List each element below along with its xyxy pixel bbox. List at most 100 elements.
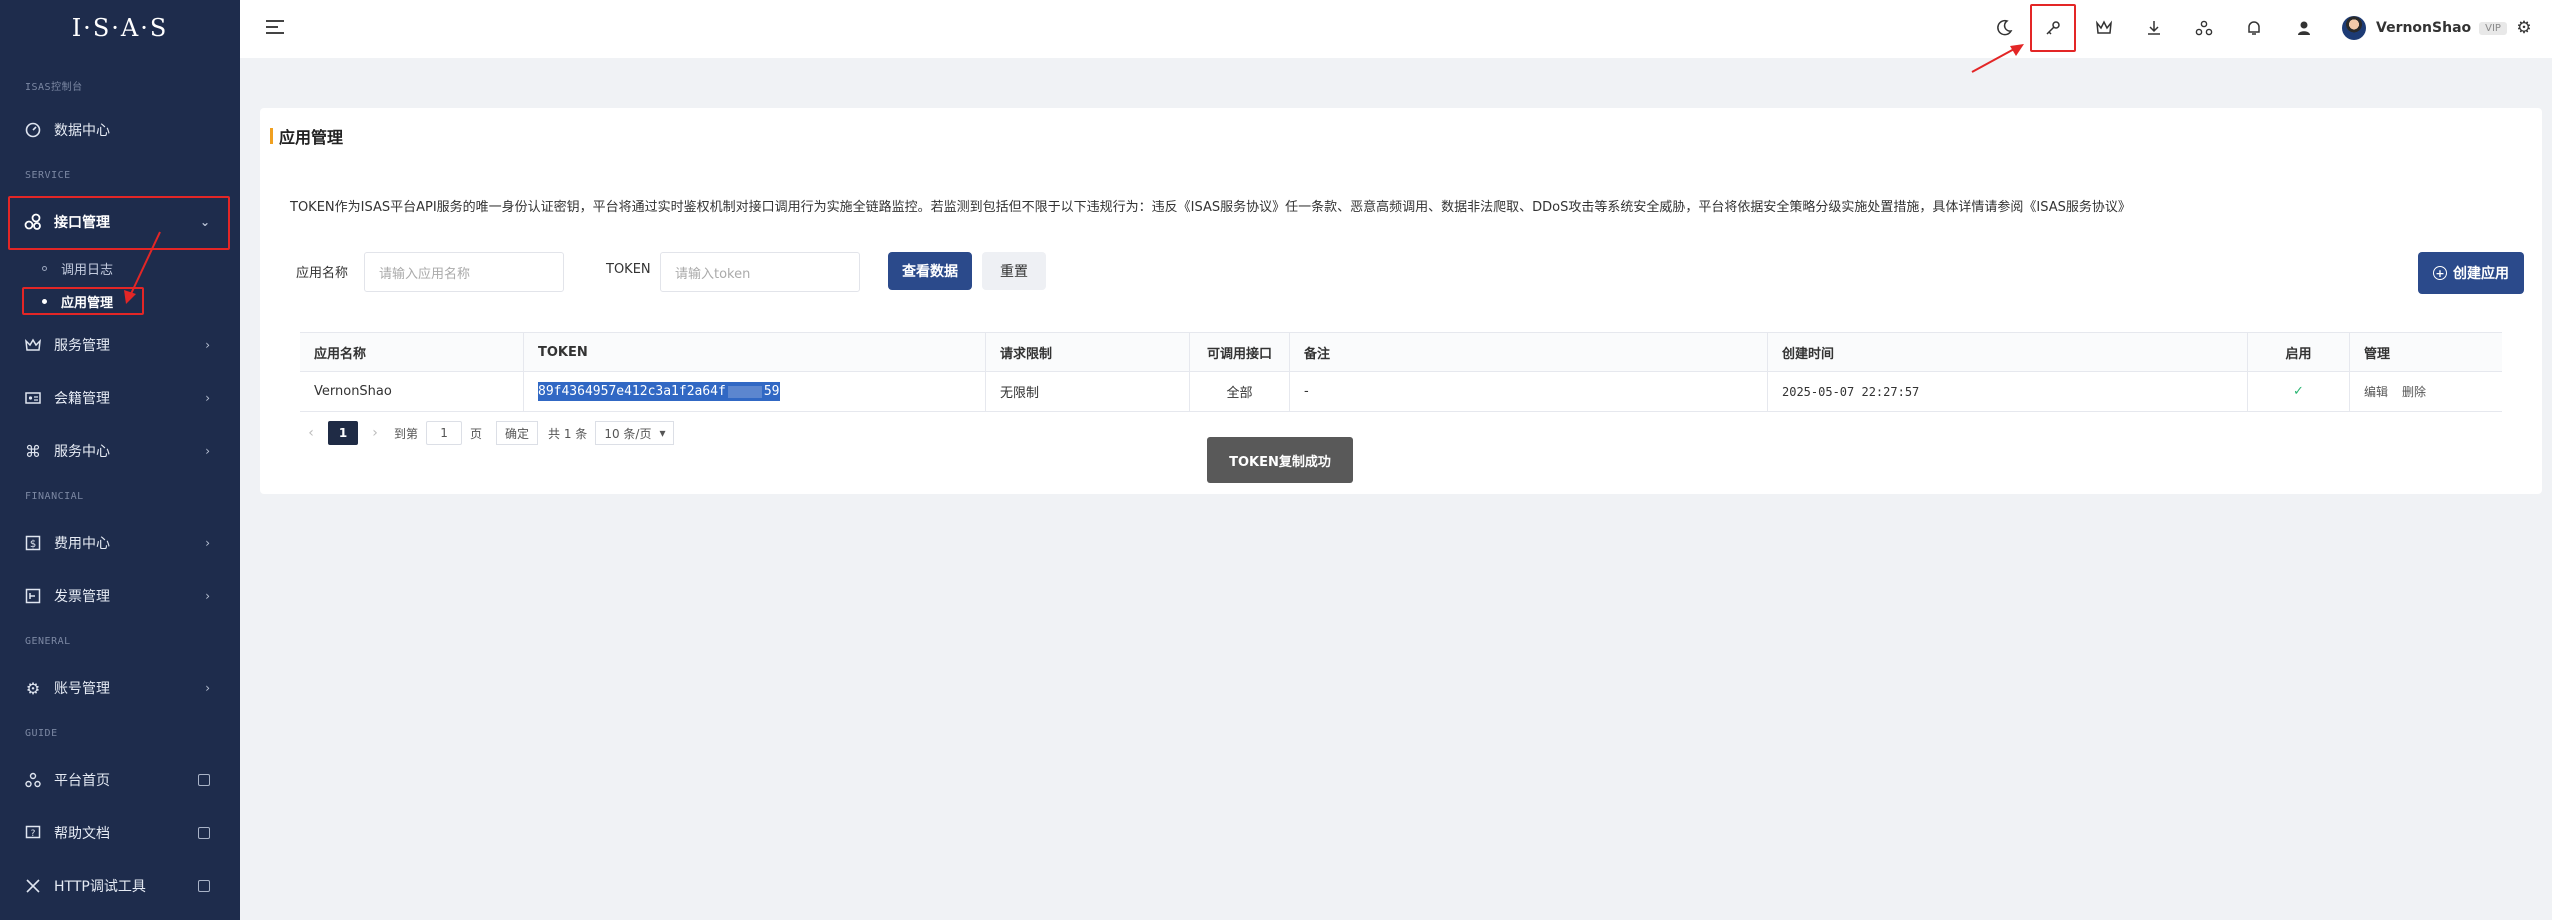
sidebar-item-label: 服务中心 (54, 444, 110, 460)
external-link-icon (198, 827, 210, 839)
chevron-right-icon: › (205, 589, 210, 603)
user-menu[interactable]: VernonShao VIP (2342, 14, 2507, 42)
group-title-general: GENERAL (25, 636, 71, 647)
page-size-select[interactable]: 10 条/页 ▾ (595, 421, 675, 445)
chevron-right-icon: › (205, 391, 210, 405)
annotation-arrow-header (1971, 44, 2024, 73)
sidebar-item-home[interactable]: 平台首页 (0, 758, 240, 802)
table-row: VernonShao 89f4364957e412c3a1f2a64f 59 无限… (300, 372, 2502, 412)
col-limit: 请求限制 (986, 333, 1190, 371)
token-notice: TOKEN作为ISAS平台API服务的唯一身份认证密钥，平台将通过实时鉴权机制对… (290, 200, 2131, 215)
sidebar-item-account[interactable]: ⚙ 账号管理 › (0, 666, 240, 710)
token-visible-end: 59 (763, 384, 780, 399)
token-label: TOKEN (606, 262, 651, 277)
sidebar-item-label: 会籍管理 (54, 391, 110, 407)
chevron-down-icon: ▾ (659, 426, 666, 440)
copy-success-toast: TOKEN复制成功 (1207, 437, 1353, 483)
crown-icon[interactable] (2092, 16, 2116, 40)
app-management-card: 应用管理 TOKEN作为ISAS平台API服务的唯一身份认证密钥，平台将通过实时… (260, 108, 2542, 494)
id-card-icon (24, 389, 42, 407)
col-apis: 可调用接口 (1190, 333, 1290, 371)
crown-icon (24, 336, 42, 354)
chevron-right-icon: › (205, 681, 210, 695)
goto-label: 到第 (394, 426, 419, 441)
sidebar-item-label: 服务管理 (54, 338, 110, 354)
sidebar-item-service-management[interactable]: 服务管理 › (0, 323, 240, 367)
col-remark: 备注 (1290, 333, 1768, 371)
title-accent-bar (270, 128, 273, 144)
cell-app-name: VernonShao (300, 372, 524, 411)
cell-created: 2025-05-07 22:27:57 (1768, 372, 2248, 411)
query-button[interactable]: 查看数据 (888, 252, 972, 290)
menu-toggle-icon[interactable] (266, 20, 284, 36)
page-title: 应用管理 (270, 124, 343, 148)
check-icon: ✓ (2248, 372, 2350, 411)
pagination: ‹ 1 › 到第 1 页 确定 共 1 条 10 条/页 ▾ (300, 420, 675, 446)
col-app-name: 应用名称 (300, 333, 524, 371)
user-name: VernonShao (2376, 20, 2472, 36)
token-value[interactable]: 89f4364957e412c3a1f2a64f 59 (538, 382, 780, 401)
sidebar-item-billing[interactable]: $ 费用中心 › (0, 521, 240, 565)
invoice-icon (24, 587, 42, 605)
app-name-input[interactable]: 请输入应用名称 (364, 252, 564, 292)
app-name-label: 应用名称 (296, 266, 349, 281)
svg-text:$: $ (30, 539, 36, 550)
sidebar-item-label: 费用中心 (54, 536, 110, 552)
page-title-text: 应用管理 (279, 128, 344, 147)
vip-badge: VIP (2479, 21, 2507, 35)
reset-button[interactable]: 重置 (982, 252, 1046, 290)
external-link-icon (198, 774, 210, 786)
external-link-icon (198, 880, 210, 892)
token-visible-start: 89f4364957e412c3a1f2a64f (538, 384, 726, 399)
settings-icon[interactable]: ⚙ (2512, 16, 2536, 40)
tools-icon (24, 877, 42, 895)
group-title-financial: FINANCIAL (25, 491, 84, 502)
cell-manage: 编辑 删除 (2350, 372, 2502, 411)
nodes-icon[interactable] (2192, 16, 2216, 40)
sidebar-item-label: 发票管理 (54, 589, 110, 605)
col-created: 创建时间 (1768, 333, 2248, 371)
svg-text:?: ? (31, 829, 36, 839)
user-badge-icon[interactable] (2292, 16, 2316, 40)
chevron-right-icon: › (205, 338, 210, 352)
dark-mode-icon[interactable] (1992, 16, 2016, 40)
chevron-right-icon: › (205, 444, 210, 458)
group-title-guide: GUIDE (25, 728, 58, 739)
page-size-value: 10 条/页 (604, 426, 652, 441)
delete-link[interactable]: 删除 (2402, 383, 2426, 400)
bell-icon[interactable] (2242, 16, 2266, 40)
dollar-icon: $ (24, 534, 42, 552)
chevron-right-icon: › (205, 536, 210, 550)
plus-circle-icon: + (2433, 266, 2447, 280)
annotation-arrow-sidebar (124, 231, 161, 304)
sidebar-item-docs[interactable]: ? 帮助文档 (0, 811, 240, 855)
sidebar-item-label: 帮助文档 (54, 826, 110, 842)
goto-confirm-button[interactable]: 确定 (496, 421, 539, 445)
sidebar-item-service-center[interactable]: ⌘ 服务中心 › (0, 429, 240, 473)
create-app-button[interactable]: + 创建应用 (2418, 252, 2524, 294)
sidebar-item-label: HTTP调试工具 (54, 879, 146, 895)
cell-remark: - (1290, 372, 1768, 411)
prev-page-icon[interactable]: ‹ (300, 425, 322, 441)
page-1[interactable]: 1 (328, 421, 358, 445)
nodes-icon (24, 771, 42, 789)
col-manage: 管理 (2364, 346, 2391, 362)
avatar (2342, 16, 2366, 40)
edit-link[interactable]: 编辑 (2364, 383, 2388, 400)
sidebar-item-label: 账号管理 (54, 681, 110, 697)
sidebar-item-membership[interactable]: 会籍管理 › (0, 376, 240, 420)
next-page-icon[interactable]: › (364, 425, 386, 441)
sidebar-item-http-tool[interactable]: HTTP调试工具 (0, 864, 240, 908)
download-icon[interactable] (2142, 16, 2166, 40)
goto-page-input[interactable]: 1 (426, 421, 463, 445)
total-count: 共 1 条 (548, 426, 588, 441)
help-icon: ? (24, 824, 42, 842)
top-header: VernonShao VIP ⚙ (240, 0, 2552, 58)
command-icon: ⌘ (25, 441, 41, 461)
token-input[interactable]: 请输入token (660, 252, 860, 292)
sidebar-item-invoice[interactable]: 发票管理 › (0, 574, 240, 618)
col-token: TOKEN (524, 333, 986, 371)
page-unit: 页 (470, 426, 483, 441)
create-app-label: 创建应用 (2453, 266, 2509, 282)
cell-token[interactable]: 89f4364957e412c3a1f2a64f 59 (524, 372, 986, 411)
